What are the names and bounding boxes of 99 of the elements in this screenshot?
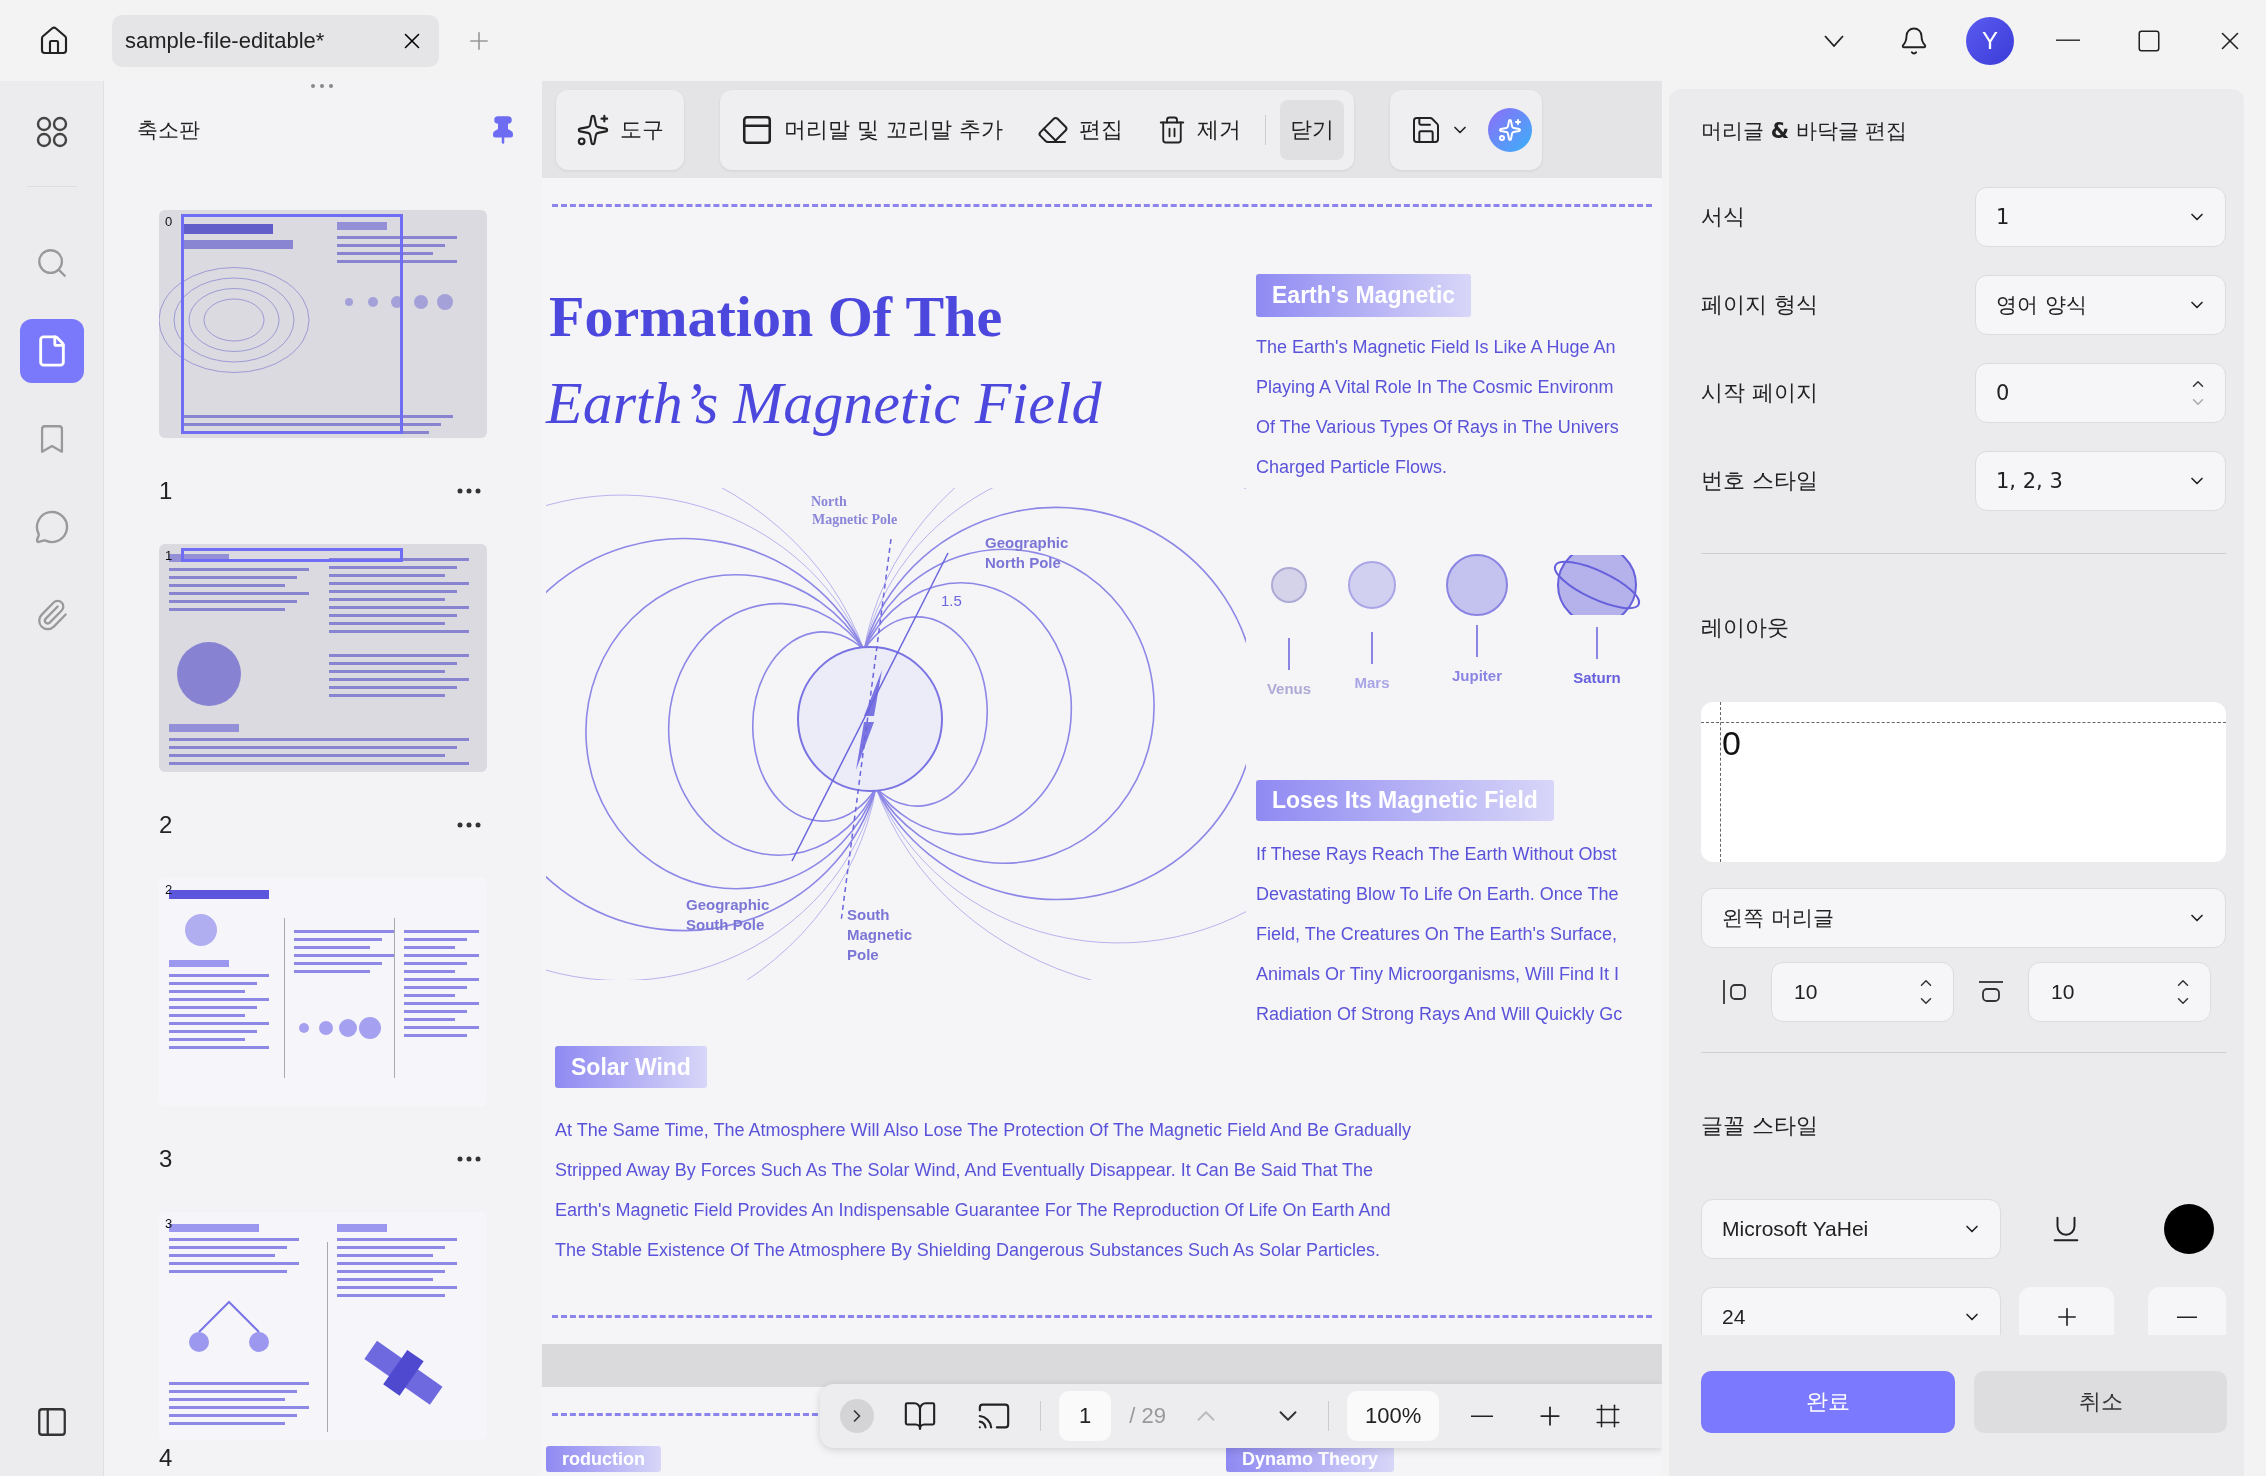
maximize-icon xyxy=(2136,27,2162,54)
save-icon xyxy=(1410,114,1442,146)
planet-label: Saturn xyxy=(1573,669,1621,686)
field-label: 시작 페이지 xyxy=(1701,379,1818,407)
document-tab[interactable]: sample-file-editable* xyxy=(112,14,439,67)
ai-assistant-button[interactable] xyxy=(1488,108,1532,152)
document-subtitle: Earth’s Magnetic Field xyxy=(546,372,1103,434)
minus-icon xyxy=(2056,39,2080,42)
paragraph-line: Earth's Magnetic Field Provides An Indispensable Guarantee For The Reproduction Of Life On Earth And xyxy=(555,1199,1392,1222)
sparkle-icon xyxy=(576,113,610,147)
page-index: 1 xyxy=(165,548,173,563)
comment-icon xyxy=(33,509,70,545)
diagram-label: Magnetic Pole xyxy=(812,512,898,527)
user-avatar[interactable]: Y xyxy=(1966,16,2014,65)
section-title: 레이아웃 xyxy=(1701,614,1790,642)
more-icon[interactable] xyxy=(457,822,481,828)
number-field[interactable]: 0 xyxy=(1975,363,2226,423)
planet-label: Mars xyxy=(1354,674,1390,691)
bell-icon xyxy=(1899,25,1929,56)
field-label: 번호 스타일 xyxy=(1701,467,1818,495)
select-field[interactable]: 1 xyxy=(1975,187,2226,247)
diagram-label: North Pole xyxy=(985,554,1061,571)
cancel-button[interactable]: 취소 xyxy=(1974,1371,2227,1433)
preview-text: 0 xyxy=(1722,724,1741,763)
sidebar-item[interactable] xyxy=(19,319,84,383)
diagram-label: Geographic xyxy=(686,896,770,913)
planet-icon xyxy=(1347,560,1397,610)
toolbar-button[interactable]: 머리말 및 꼬리말 추가 xyxy=(730,100,1013,160)
paragraph-line: Radiation Of Strong Rays And Will Quickly Gc xyxy=(1256,1003,1624,1026)
trash-icon xyxy=(1157,115,1187,145)
font-select[interactable]: Microsoft YaHei xyxy=(1701,1199,2001,1259)
page-total: / 29 xyxy=(1129,1403,1166,1429)
paragraph-line: Animals Or Tiny Microorganisms, Will Find It I xyxy=(1256,963,1621,986)
diagram-label: Magnetic xyxy=(847,926,912,943)
home-icon xyxy=(38,24,70,57)
select-field[interactable]: 왼쪽 머리글 xyxy=(1701,888,2226,948)
book-icon xyxy=(903,1399,937,1433)
paragraph-line: The Stable Existence Of The Atmosphere By Shielding Dangerous Substances Such As Solar Particles. xyxy=(555,1239,1382,1262)
header-icon xyxy=(740,113,774,147)
page-number: 2 xyxy=(159,811,173,839)
paragraph-line: Devastating Blow To Life On Earth. Once The xyxy=(1256,883,1620,906)
page-thumbnail[interactable]: 0 xyxy=(159,210,487,438)
sparkle-icon xyxy=(1498,118,1522,142)
more-icon[interactable] xyxy=(457,488,481,494)
planet-label: Venus xyxy=(1266,680,1312,697)
diagram-label: South xyxy=(847,906,890,923)
planet-icon xyxy=(1270,566,1308,604)
page-thumbnail[interactable]: 1 xyxy=(159,544,487,772)
zoom-field[interactable]: 100% xyxy=(1346,1391,1440,1441)
paragraph-line: Stripped Away By Forces Such As The Solar Wind, And Eventually Disappear. It Can Be Said That The xyxy=(555,1159,1375,1182)
page-number: 3 xyxy=(159,1145,173,1173)
planet-icon xyxy=(1445,553,1509,617)
page-index: 2 xyxy=(165,882,173,897)
page-number: 1 xyxy=(159,477,173,505)
chevron-down-icon xyxy=(1824,34,1844,47)
eraser-icon xyxy=(1037,114,1069,146)
diagram-label: Geographic xyxy=(985,534,1069,551)
paragraph-line: Charged Particle Flows. xyxy=(1256,456,1449,479)
diagram-label: 1.5 xyxy=(941,592,962,609)
paragraph-line: At The Same Time, The Atmosphere Will Also Lose The Protection Of The Magnetic Field And Be Gradually xyxy=(555,1119,1413,1142)
panel-title: 머리글 & 바닥글 편집 xyxy=(1701,118,1909,145)
diagram-label: Pole xyxy=(847,946,879,963)
page-index: 3 xyxy=(165,1216,173,1231)
section-heading: Loses Its Magnetic Field xyxy=(1256,780,1554,821)
number-field[interactable]: 10 xyxy=(1771,962,1954,1022)
drag-handle[interactable] xyxy=(311,84,333,88)
select-field[interactable]: 영어 양식 xyxy=(1975,275,2226,335)
field-label: 페이지 형식 xyxy=(1701,291,1818,319)
number-field[interactable]: 10 xyxy=(2028,962,2211,1022)
page-index: 0 xyxy=(165,214,173,229)
paragraph-line: The Earth's Magnetic Field Is Like A Huge An xyxy=(1256,336,1617,359)
font-size-select[interactable]: 24 xyxy=(1701,1287,2001,1335)
minus-icon xyxy=(1471,1414,1494,1418)
done-button[interactable]: 완료 xyxy=(1701,1371,1955,1433)
field-label: 서식 xyxy=(1701,203,1745,231)
select-field[interactable]: 1, 2, 3 xyxy=(1975,451,2226,511)
minus-icon xyxy=(2177,1315,2197,1319)
paragraph-line: If These Rays Reach The Earth Without Obst xyxy=(1256,843,1618,866)
section-heading: Solar Wind xyxy=(555,1046,707,1088)
section-heading: Dynamo Theory xyxy=(1226,1446,1395,1472)
toolbar-button[interactable]: 편집 xyxy=(1027,100,1133,160)
paragraph-line: Playing A Vital Role In The Cosmic Environm xyxy=(1256,376,1615,399)
section-heading: Earth's Magnetic xyxy=(1256,274,1472,317)
diagram-label: North xyxy=(811,494,847,509)
diagram-label: South Pole xyxy=(686,916,765,933)
section-title: 글꼴 스타일 xyxy=(1701,1112,1819,1140)
paragraph-line: Field, The Creatures On The Earth's Surface, xyxy=(1256,923,1618,946)
apps-icon xyxy=(34,115,69,149)
page-number: 4 xyxy=(159,1443,173,1472)
paragraph-line: Of The Various Types Of Rays in The Univers xyxy=(1256,416,1620,439)
toolbar-button[interactable]: 제거 xyxy=(1147,100,1251,160)
document-title: Formation Of The xyxy=(549,287,1004,347)
close-button[interactable]: 닫기 xyxy=(1280,100,1344,160)
page-input[interactable]: 1 xyxy=(1059,1391,1112,1441)
panel-title: 축소판 xyxy=(137,117,200,144)
planet-label: Jupiter xyxy=(1452,667,1502,684)
font-color-swatch[interactable] xyxy=(2164,1204,2214,1254)
more-icon[interactable] xyxy=(457,1156,481,1162)
section-heading: roduction xyxy=(546,1446,661,1472)
